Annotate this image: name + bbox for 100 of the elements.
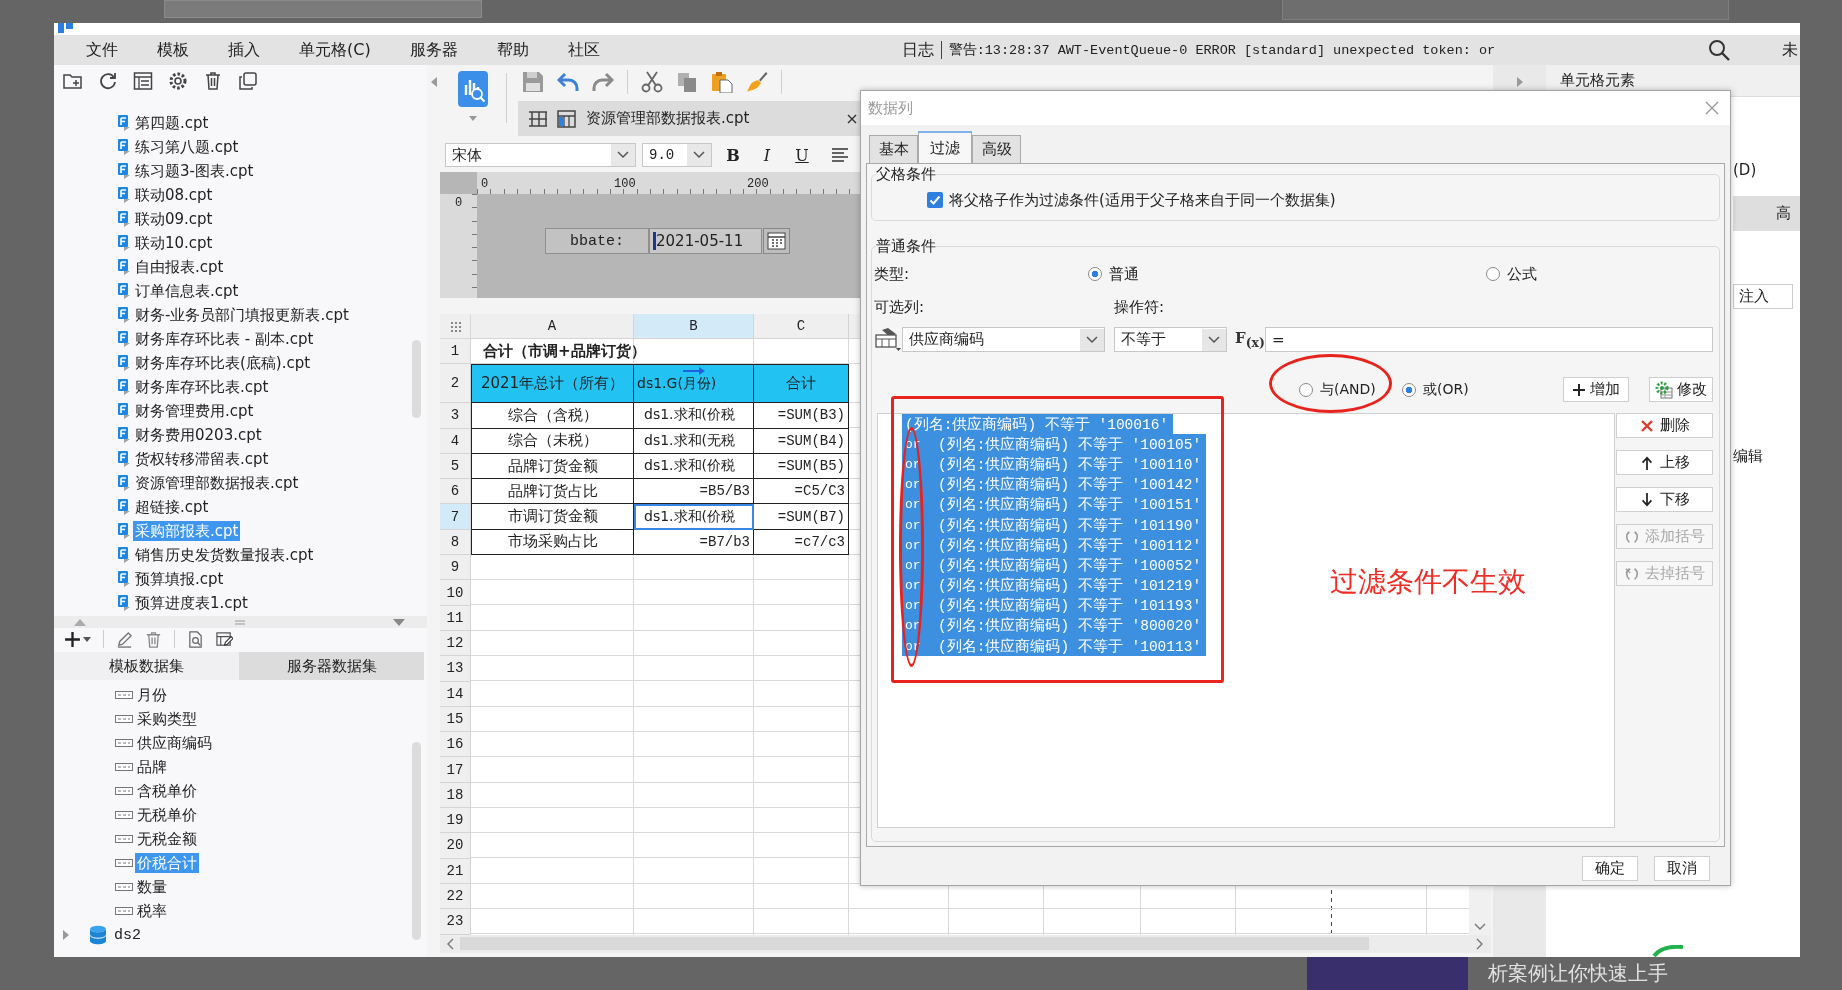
file-item[interactable]: 销售历史发货数量报表.cpt bbox=[133, 545, 316, 565]
file-item[interactable]: 财务库存环比表 - 副本.cpt bbox=[133, 329, 316, 349]
field-item[interactable]: 无税金额 bbox=[135, 829, 199, 849]
row-header[interactable]: 9 bbox=[440, 555, 471, 581]
radio-label[interactable]: 公式 bbox=[1507, 264, 1537, 284]
header-cell[interactable]: ds1.G(月份) bbox=[634, 364, 754, 404]
align-icon[interactable] bbox=[832, 148, 848, 162]
row-header[interactable]: 17 bbox=[440, 757, 471, 783]
dialog-button[interactable]: 确定 bbox=[1582, 856, 1638, 881]
menu-item[interactable]: 服务器 bbox=[409, 39, 458, 61]
table-cell[interactable]: 综合（未税） bbox=[471, 428, 634, 454]
trash-icon[interactable] bbox=[203, 71, 223, 91]
row-header[interactable]: 22 bbox=[440, 883, 471, 910]
down-triangle-icon[interactable] bbox=[393, 618, 405, 626]
table-cell[interactable]: ds1.求和(价税 bbox=[634, 504, 754, 530]
field-item[interactable]: 供应商编码 bbox=[135, 733, 214, 753]
field-item[interactable]: 数量 bbox=[135, 877, 169, 897]
table-cell[interactable]: 品牌订货占比 bbox=[471, 479, 634, 505]
brush-icon[interactable] bbox=[746, 71, 768, 93]
row-header[interactable]: 13 bbox=[440, 656, 471, 682]
operator-select[interactable]: 不等于 bbox=[1114, 327, 1227, 352]
table-cell[interactable]: 品牌订货金额 bbox=[471, 453, 634, 480]
action-button[interactable]: 修改 bbox=[1649, 377, 1713, 402]
menu-item[interactable]: 文件 bbox=[86, 39, 118, 61]
dialog-tab[interactable]: 高级 bbox=[972, 135, 1021, 163]
format-button[interactable]: B bbox=[721, 143, 745, 167]
date-field[interactable]: 2021-05-11 bbox=[649, 228, 762, 254]
list-action-button[interactable]: 删除 bbox=[1616, 413, 1713, 438]
table-cell[interactable]: =B7/b3 bbox=[634, 529, 754, 556]
field-item[interactable]: 采购类型 bbox=[135, 709, 199, 729]
list-action-button[interactable]: 下移 bbox=[1616, 487, 1713, 512]
row-header[interactable]: 11 bbox=[440, 605, 471, 631]
scrollbar-thumb[interactable] bbox=[412, 340, 421, 418]
action-button[interactable]: 增加 bbox=[1563, 377, 1629, 402]
radio-label[interactable]: 与(AND) bbox=[1320, 380, 1376, 399]
table-cell[interactable]: =SUM(B5) bbox=[754, 453, 849, 480]
file-item[interactable]: 财务-业务员部门填报更新表.cpt bbox=[133, 305, 351, 325]
gear-icon[interactable] bbox=[168, 71, 188, 91]
column-select[interactable]: 供应商编码 bbox=[902, 327, 1105, 352]
caret-icon[interactable] bbox=[83, 636, 91, 642]
menu-item[interactable]: 单元格(C) bbox=[299, 39, 371, 61]
table-cell[interactable]: ds1.求和(价税 bbox=[634, 453, 754, 480]
radio-label[interactable]: 普通 bbox=[1109, 264, 1139, 284]
table-cell[interactable]: ds1.求和(无税 bbox=[634, 428, 754, 454]
radio-button[interactable] bbox=[1088, 267, 1102, 281]
file-item[interactable]: 财务库存环比表(底稿).cpt bbox=[133, 353, 313, 373]
file-item[interactable]: 联动10.cpt bbox=[133, 233, 215, 253]
dataset-tab[interactable]: 模板数据集 bbox=[54, 652, 239, 680]
menu-item[interactable]: 插入 bbox=[228, 39, 260, 61]
row-header[interactable]: 3 bbox=[440, 403, 471, 429]
paste-icon[interactable] bbox=[711, 71, 733, 93]
file-item[interactable]: 联动09.cpt bbox=[133, 209, 215, 229]
row-header[interactable]: 10 bbox=[440, 580, 471, 606]
copy-icon[interactable] bbox=[676, 71, 698, 93]
calendar-icon[interactable] bbox=[763, 228, 790, 254]
column-header[interactable]: B bbox=[634, 314, 754, 339]
field-item[interactable]: 无税单价 bbox=[135, 805, 199, 825]
table-cell[interactable]: ds1.求和(价税 bbox=[634, 403, 754, 429]
row-header[interactable]: 6 bbox=[440, 479, 471, 505]
file-item[interactable]: 订单信息表.cpt bbox=[133, 281, 241, 301]
row-header[interactable]: 19 bbox=[440, 808, 471, 834]
list-action-button[interactable]: 上移 bbox=[1616, 450, 1713, 475]
input-field[interactable]: 注入 bbox=[1733, 284, 1793, 309]
file-item[interactable]: 自由报表.cpt bbox=[133, 257, 226, 277]
redo-icon[interactable] bbox=[592, 71, 614, 93]
grid-icon[interactable] bbox=[528, 109, 548, 128]
file-item[interactable]: 联动08.cpt bbox=[133, 185, 215, 205]
refresh-icon[interactable] bbox=[98, 71, 118, 91]
table-cell[interactable]: =C5/C3 bbox=[754, 479, 849, 505]
checkbox[interactable] bbox=[927, 192, 943, 208]
expand-arrow-icon[interactable] bbox=[1516, 77, 1523, 87]
row-header[interactable]: 8 bbox=[440, 529, 471, 556]
header-cell[interactable]: 2021年总计（所有） bbox=[471, 364, 634, 404]
row-header[interactable]: 5 bbox=[440, 453, 471, 480]
file-item[interactable]: 财务库存环比表.cpt bbox=[133, 377, 271, 397]
dialog-tab[interactable]: 过滤 bbox=[918, 131, 972, 163]
close-icon[interactable] bbox=[847, 113, 857, 124]
font-select[interactable]: 宋体 bbox=[445, 143, 636, 167]
file-item[interactable]: 练习第八题.cpt bbox=[133, 137, 241, 157]
grip-icon[interactable] bbox=[449, 320, 462, 333]
font-size-select[interactable]: 9.0 bbox=[642, 143, 712, 167]
file-item[interactable]: 练习题3-图表.cpt bbox=[133, 161, 256, 181]
format-button[interactable]: I bbox=[755, 143, 779, 167]
pencil-icon[interactable] bbox=[116, 630, 133, 648]
table-cell[interactable]: =c7/c3 bbox=[754, 529, 849, 556]
preview-icon[interactable] bbox=[187, 630, 204, 648]
file-item[interactable]: 预算填报.cpt bbox=[133, 569, 226, 589]
edit-link[interactable]: 编辑 bbox=[1733, 443, 1763, 469]
file-item[interactable]: 预算进度表1.cpt bbox=[133, 593, 250, 613]
menu-item[interactable]: 社区 bbox=[567, 39, 600, 61]
row-header[interactable]: 2 bbox=[440, 364, 471, 404]
table-cell[interactable]: 市调订货金额 bbox=[471, 504, 634, 530]
row-header[interactable]: 7 bbox=[440, 504, 471, 530]
save-icon[interactable] bbox=[522, 71, 544, 93]
table-cell[interactable]: =SUM(B7) bbox=[754, 504, 849, 530]
undo-icon[interactable] bbox=[557, 71, 579, 93]
title-cell[interactable]: 合计（市调+品牌订货） bbox=[471, 339, 754, 365]
column-header[interactable]: A bbox=[471, 314, 634, 339]
row-header[interactable]: 1 bbox=[440, 339, 471, 365]
log-tab[interactable]: 日志 bbox=[901, 39, 934, 61]
